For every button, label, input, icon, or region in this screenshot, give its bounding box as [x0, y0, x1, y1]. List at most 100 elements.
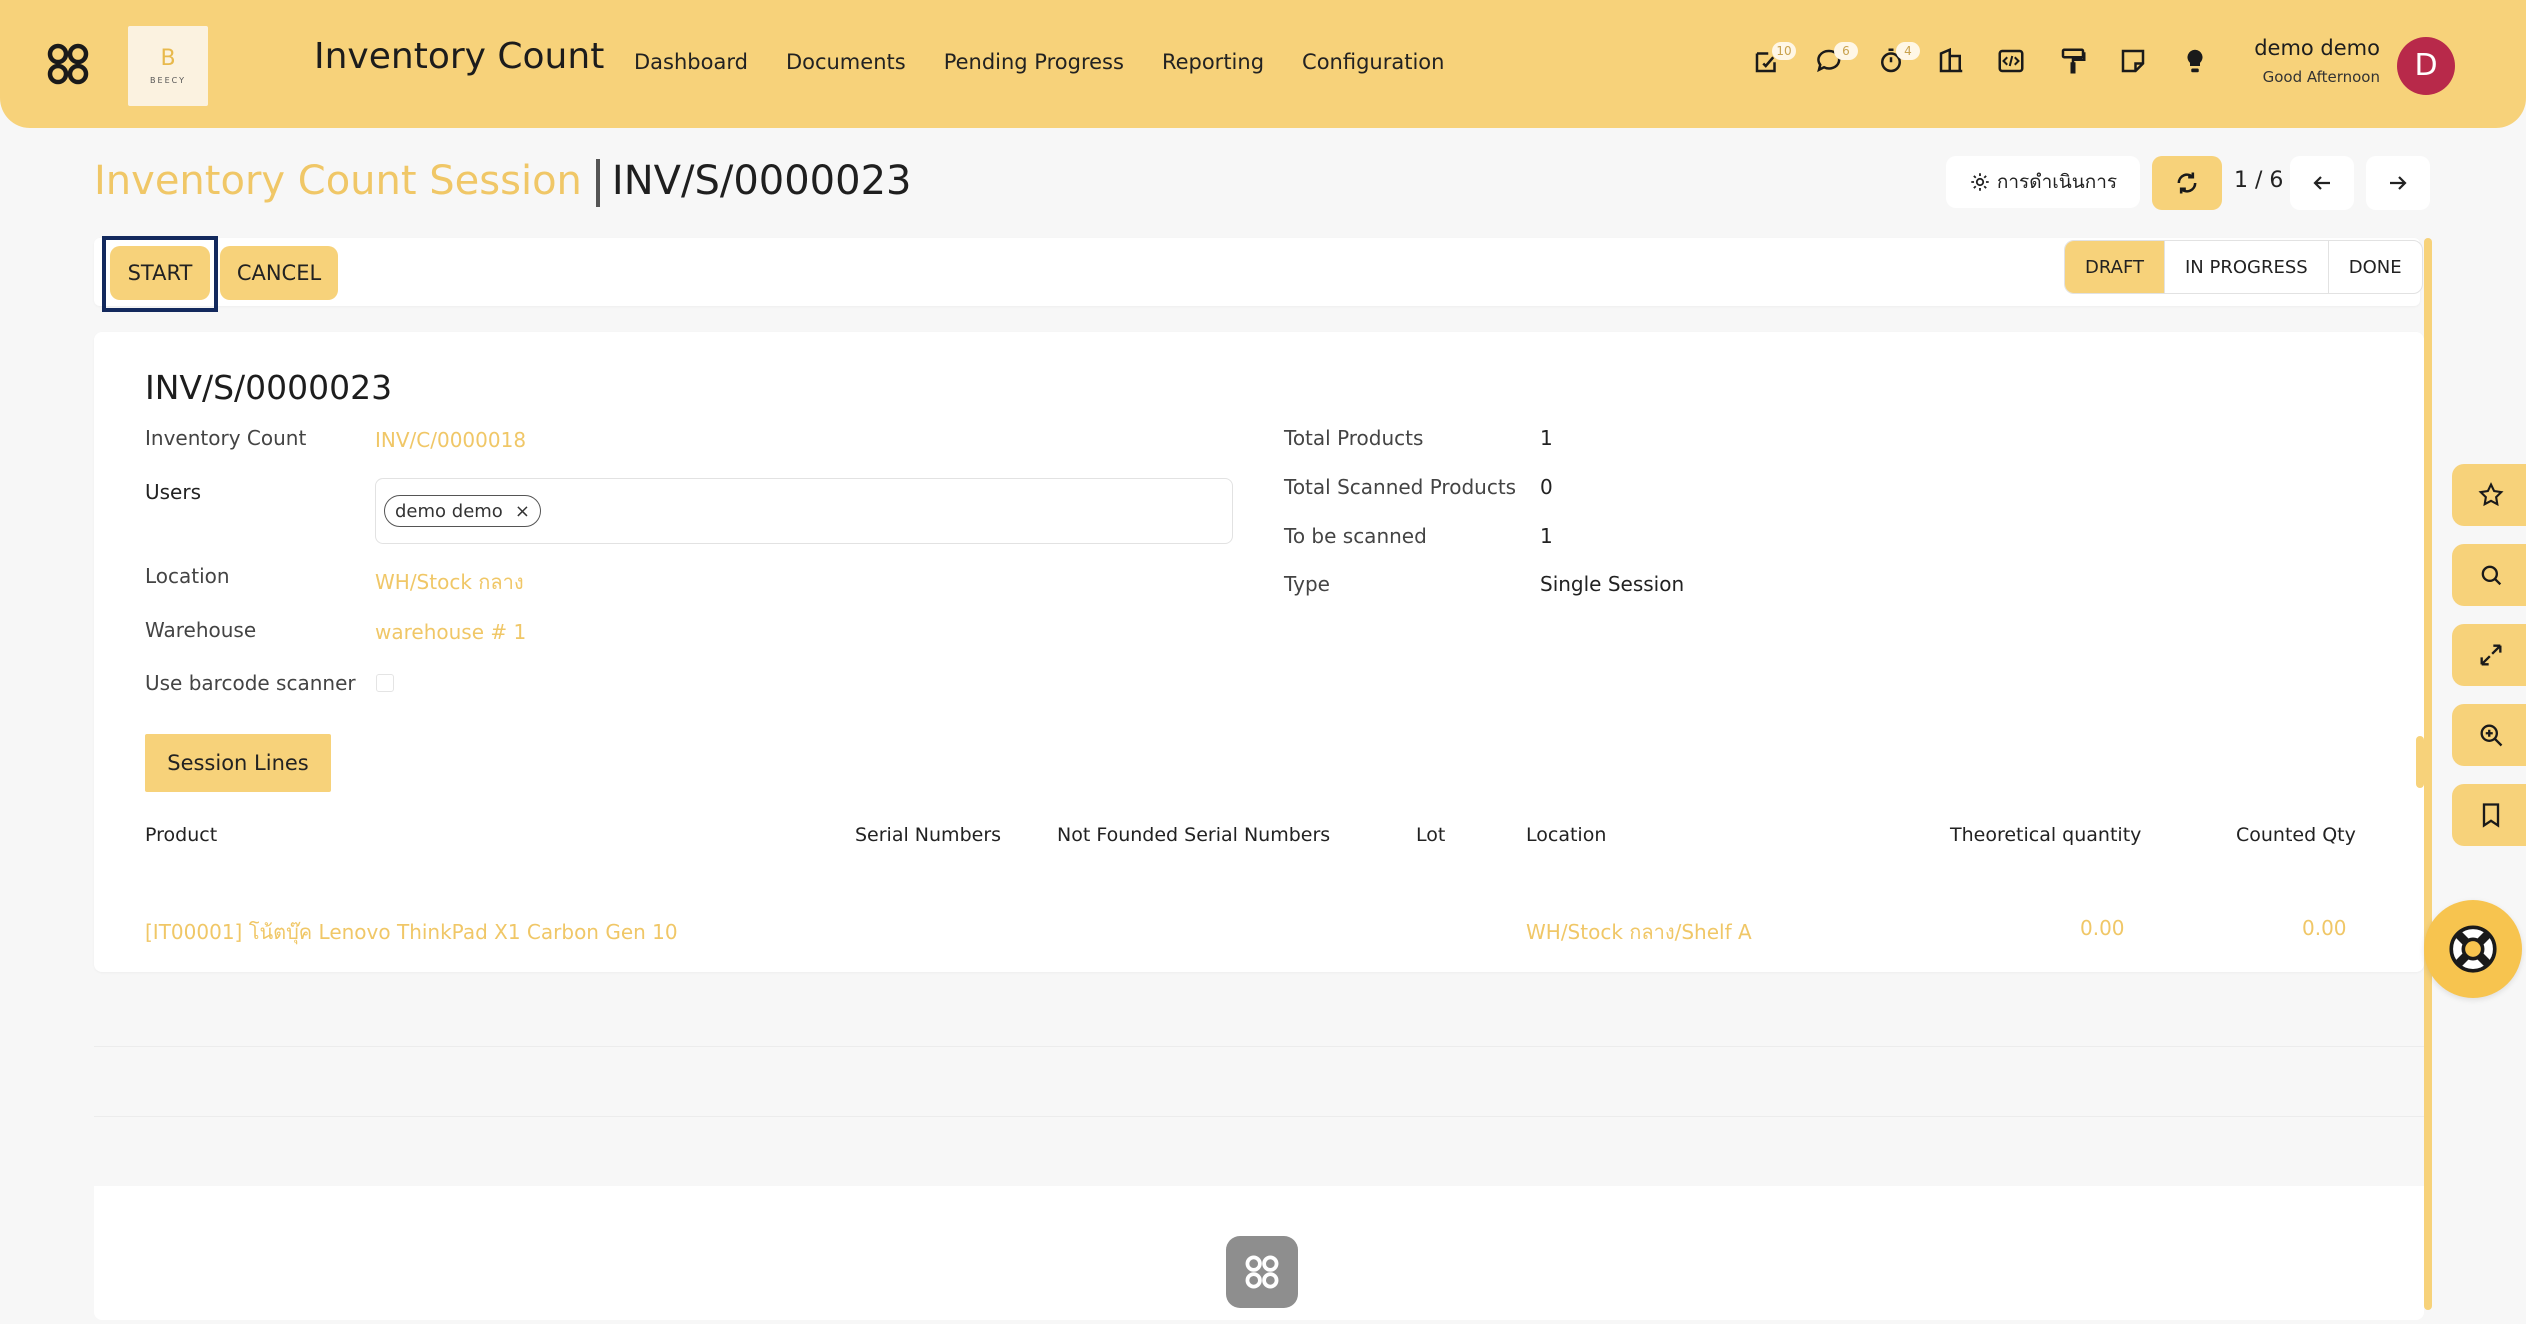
empty-table-row — [94, 996, 2424, 1046]
type-value: Single Session — [1540, 572, 1685, 596]
inventory-count-link[interactable]: INV/C/0000018 — [375, 428, 526, 452]
column-header-lot[interactable]: Lot — [1416, 824, 1445, 846]
row-theoretical-qty[interactable]: 0.00 — [2080, 916, 2125, 940]
user-name: demo demo — [2254, 36, 2380, 60]
activity-icon[interactable]: 10 — [1752, 42, 1796, 78]
timer-badge: 4 — [1896, 42, 1920, 60]
column-header-not-found-serials[interactable]: Not Founded Serial Numbers — [1057, 824, 1330, 846]
actions-button-label: การดำเนินการ — [1996, 171, 2118, 193]
tab-session-lines[interactable]: Session Lines — [145, 734, 331, 792]
empty-table-row — [94, 1138, 2424, 1186]
row-divider — [94, 1046, 2424, 1047]
total-products-value: 1 — [1540, 426, 1553, 450]
arrow-right-icon — [2390, 176, 2407, 190]
total-scanned-label: Total Scanned Products — [1284, 475, 1517, 499]
expand-icon — [2480, 644, 2502, 666]
barcode-scanner-label: Use barcode scanner — [145, 671, 356, 695]
lifebuoy-icon — [2449, 925, 2497, 973]
lightbulb-icon[interactable] — [2180, 46, 2212, 78]
building-icon[interactable] — [1936, 46, 1968, 78]
company-logo: B BEECY — [128, 26, 208, 106]
zoom-button[interactable] — [2452, 704, 2526, 766]
floating-apps-button[interactable] — [1226, 1236, 1298, 1308]
activity-badge: 10 — [1772, 42, 1796, 60]
row-divider — [94, 1116, 2424, 1117]
logo-letter: B — [160, 45, 176, 71]
actions-button[interactable]: การดำเนินการ — [1946, 156, 2140, 208]
bookmark-button[interactable] — [2452, 784, 2526, 846]
stage-in-progress[interactable]: IN PROGRESS — [2163, 241, 2328, 293]
arrow-left-icon — [2313, 176, 2330, 190]
bookmark-icon — [2482, 803, 2500, 828]
search-icon — [2481, 565, 2502, 586]
search-button[interactable] — [2452, 544, 2526, 606]
type-label: Type — [1284, 572, 1330, 596]
zoom-in-icon — [2480, 724, 2503, 747]
apps-icon — [1245, 1255, 1279, 1289]
users-field[interactable]: demo demo × — [375, 478, 1233, 544]
column-header-product[interactable]: Product — [145, 824, 217, 846]
user-tag: demo demo × — [384, 495, 541, 527]
note-icon[interactable] — [2118, 46, 2150, 78]
column-header-theoretical-qty[interactable]: Theoretical quantity — [1950, 824, 2141, 846]
breadcrumb-current: INV/S/0000023 — [611, 158, 912, 204]
stage-draft[interactable]: DRAFT — [2065, 241, 2164, 293]
pager-previous-button[interactable] — [2290, 156, 2354, 210]
stage-done[interactable]: DONE — [2327, 241, 2422, 293]
code-icon[interactable] — [1996, 46, 2028, 78]
help-button[interactable] — [2424, 900, 2522, 998]
logo-text: BEECY — [150, 75, 186, 85]
inventory-count-label: Inventory Count — [145, 426, 307, 450]
breadcrumb: Inventory Count Session INV/S/0000023 — [94, 158, 911, 207]
timer-icon[interactable]: 4 — [1876, 42, 1920, 78]
main-nav: Dashboard Documents Pending Progress Rep… — [634, 50, 1482, 74]
location-label: Location — [145, 564, 230, 588]
apps-menu-icon[interactable] — [44, 40, 92, 88]
status-stages: DRAFT IN PROGRESS DONE — [2064, 240, 2423, 294]
fullscreen-button[interactable] — [2452, 624, 2526, 686]
total-scanned-value: 0 — [1540, 475, 1553, 499]
barcode-scanner-checkbox[interactable] — [376, 674, 394, 692]
row-location-link[interactable]: WH/Stock กลาง/Shelf A — [1526, 916, 1752, 948]
avatar[interactable]: D — [2397, 37, 2455, 95]
breadcrumb-parent[interactable]: Inventory Count Session — [94, 158, 582, 204]
cancel-button[interactable]: CANCEL — [220, 246, 338, 300]
pager-value[interactable]: 1 / 6 — [2234, 168, 2283, 193]
nav-documents[interactable]: Documents — [786, 50, 906, 74]
user-tag-label: demo demo — [395, 500, 503, 522]
refresh-icon — [2177, 172, 2197, 194]
breadcrumb-separator — [595, 159, 600, 207]
user-greeting: Good Afternoon — [2262, 68, 2380, 86]
total-products-label: Total Products — [1284, 426, 1424, 450]
column-header-location[interactable]: Location — [1526, 824, 1606, 846]
favorite-button[interactable] — [2452, 464, 2526, 526]
focus-outline — [102, 236, 218, 312]
app-title: Inventory Count — [314, 36, 605, 77]
users-label: Users — [145, 480, 202, 504]
remove-tag-icon[interactable]: × — [515, 501, 530, 522]
warehouse-link[interactable]: warehouse # 1 — [375, 620, 526, 644]
refresh-button[interactable] — [2152, 156, 2222, 210]
to-be-scanned-value: 1 — [1540, 524, 1553, 548]
nav-dashboard[interactable]: Dashboard — [634, 50, 748, 74]
column-header-serial-numbers[interactable]: Serial Numbers — [855, 824, 1001, 846]
scrollbar[interactable] — [2424, 238, 2432, 1310]
gear-icon — [1971, 173, 1989, 191]
nav-reporting[interactable]: Reporting — [1162, 50, 1264, 74]
chat-badge: 6 — [1834, 42, 1858, 60]
row-product-link[interactable]: [IT00001] โน้ตบุ๊ค Lenovo ThinkPad X1 Ca… — [145, 916, 678, 948]
column-header-counted-qty[interactable]: Counted Qty — [2236, 824, 2356, 846]
row-counted-qty[interactable]: 0.00 — [2302, 916, 2347, 940]
location-link[interactable]: WH/Stock กลาง — [375, 566, 524, 598]
nav-configuration[interactable]: Configuration — [1302, 50, 1444, 74]
scroll-thumb[interactable] — [2416, 736, 2424, 788]
record-title: INV/S/0000023 — [145, 368, 393, 407]
paint-roller-icon[interactable] — [2058, 46, 2090, 78]
pager-next-button[interactable] — [2366, 156, 2430, 210]
to-be-scanned-label: To be scanned — [1284, 524, 1427, 548]
warehouse-label: Warehouse — [145, 618, 257, 642]
user-menu[interactable]: demo demo Good Afternoon — [2240, 36, 2380, 86]
chat-icon[interactable]: 6 — [1814, 42, 1858, 78]
nav-pending-progress[interactable]: Pending Progress — [944, 50, 1124, 74]
star-icon — [2478, 482, 2504, 507]
